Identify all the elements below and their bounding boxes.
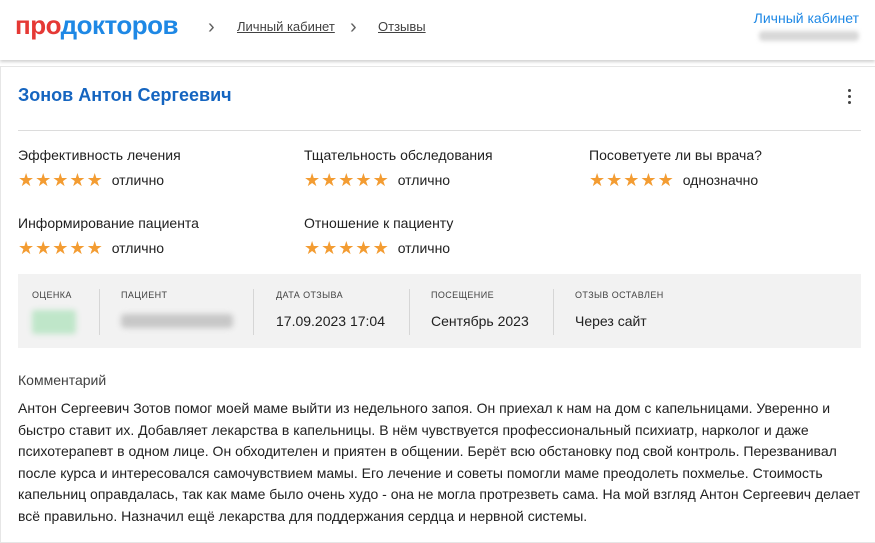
rating-label: Отношение к пациенту: [304, 215, 454, 231]
star-rating: ★ ★ ★ ★ ★: [304, 239, 389, 257]
star-icon: ★: [69, 238, 86, 258]
star-icon: ★: [86, 238, 103, 258]
user-email-blurred: [759, 31, 859, 41]
star-rating: ★ ★ ★ ★ ★: [18, 171, 103, 189]
info-visit-label: Посещение: [431, 290, 494, 300]
rating-label: Эффективность лечения: [18, 147, 181, 163]
star-icon: ★: [52, 238, 69, 258]
breadcrumb-reviews[interactable]: Отзывы: [378, 19, 426, 34]
rating-attitude: Отношение к пациенту ★ ★ ★ ★ ★ отлично: [304, 215, 453, 257]
logo-part-doctors: докторов: [60, 10, 179, 40]
column-divider: [99, 289, 100, 335]
rating-informing: Информирование пациента ★ ★ ★ ★ ★ отлично: [18, 215, 199, 257]
logo-part-pro: про: [15, 10, 61, 40]
comment-text: Антон Сергеевич Зотов помог моей маме вы…: [18, 400, 861, 524]
star-icon: ★: [623, 170, 640, 190]
rating-value: отлично: [397, 172, 451, 188]
star-rating: ★ ★ ★ ★ ★: [304, 171, 389, 189]
comment-title: Комментарий: [18, 372, 107, 388]
chevron-right-icon: ›: [350, 16, 357, 38]
star-icon: ★: [18, 170, 35, 190]
star-icon: ★: [640, 170, 657, 190]
column-divider: [253, 289, 254, 335]
info-source-value: Через сайт: [575, 313, 647, 329]
more-options-icon[interactable]: [839, 85, 859, 107]
review-card: Зонов Антон Сергеевич Эффективность лече…: [0, 66, 875, 543]
star-icon: ★: [606, 170, 623, 190]
star-icon: ★: [372, 238, 389, 258]
star-icon: ★: [35, 170, 52, 190]
star-icon: ★: [18, 238, 35, 258]
info-score-label: Оценка: [32, 290, 72, 300]
star-icon: ★: [355, 170, 372, 190]
star-icon: ★: [52, 170, 69, 190]
chevron-right-icon: ›: [208, 16, 215, 38]
info-patient-label: Пациент: [121, 290, 168, 300]
star-rating: ★ ★ ★ ★ ★: [18, 239, 103, 257]
star-icon: ★: [304, 238, 321, 258]
rating-value: отлично: [397, 240, 451, 256]
star-icon: ★: [321, 170, 338, 190]
rating-value: отлично: [111, 240, 165, 256]
star-icon: ★: [304, 170, 321, 190]
rating-label: Информирование пациента: [18, 215, 199, 231]
patient-name-blurred: [121, 314, 233, 328]
star-rating: ★ ★ ★ ★ ★: [589, 171, 674, 189]
column-divider: [553, 289, 554, 335]
star-icon: ★: [338, 170, 355, 190]
star-icon: ★: [338, 238, 355, 258]
column-divider: [409, 289, 410, 335]
star-icon: ★: [321, 238, 338, 258]
star-icon: ★: [35, 238, 52, 258]
star-icon: ★: [372, 170, 389, 190]
rating-recommend: Посоветуете ли вы врача? ★ ★ ★ ★ ★ однозначн…: [589, 147, 762, 189]
divider: [18, 130, 861, 131]
site-logo[interactable]: продокторов: [15, 10, 179, 41]
doctor-name-link[interactable]: Зонов Антон Сергеевич: [18, 85, 232, 106]
rating-label: Тщательность обследования: [304, 147, 493, 163]
star-icon: ★: [657, 170, 674, 190]
star-icon: ★: [355, 238, 372, 258]
info-date-label: Дата отзыва: [276, 290, 344, 300]
info-visit-value: Сентябрь 2023: [431, 313, 529, 329]
top-bar: продокторов › Личный кабинет › Отзывы Ли…: [0, 0, 875, 60]
score-badge-blurred: [32, 310, 76, 334]
rating-value: однозначно: [682, 172, 759, 188]
star-icon: ★: [69, 170, 86, 190]
info-source-label: Отзыв оставлен: [575, 290, 664, 300]
rating-value: отлично: [111, 172, 165, 188]
cabinet-link[interactable]: Личный кабинет: [754, 10, 859, 26]
info-date-value: 17.09.2023 17:04: [276, 313, 385, 329]
breadcrumb-cabinet[interactable]: Личный кабинет: [237, 19, 335, 34]
rating-label: Посоветуете ли вы врача?: [589, 147, 762, 163]
review-info-panel: Оценка Пациент Дата отзыва 17.09.2023 17…: [18, 274, 861, 348]
rating-effectiveness: Эффективность лечения ★ ★ ★ ★ ★ отлично: [18, 147, 181, 189]
rating-thoroughness: Тщательность обследования ★ ★ ★ ★ ★ отлично: [304, 147, 493, 189]
star-icon: ★: [589, 170, 606, 190]
star-icon: ★: [86, 170, 103, 190]
